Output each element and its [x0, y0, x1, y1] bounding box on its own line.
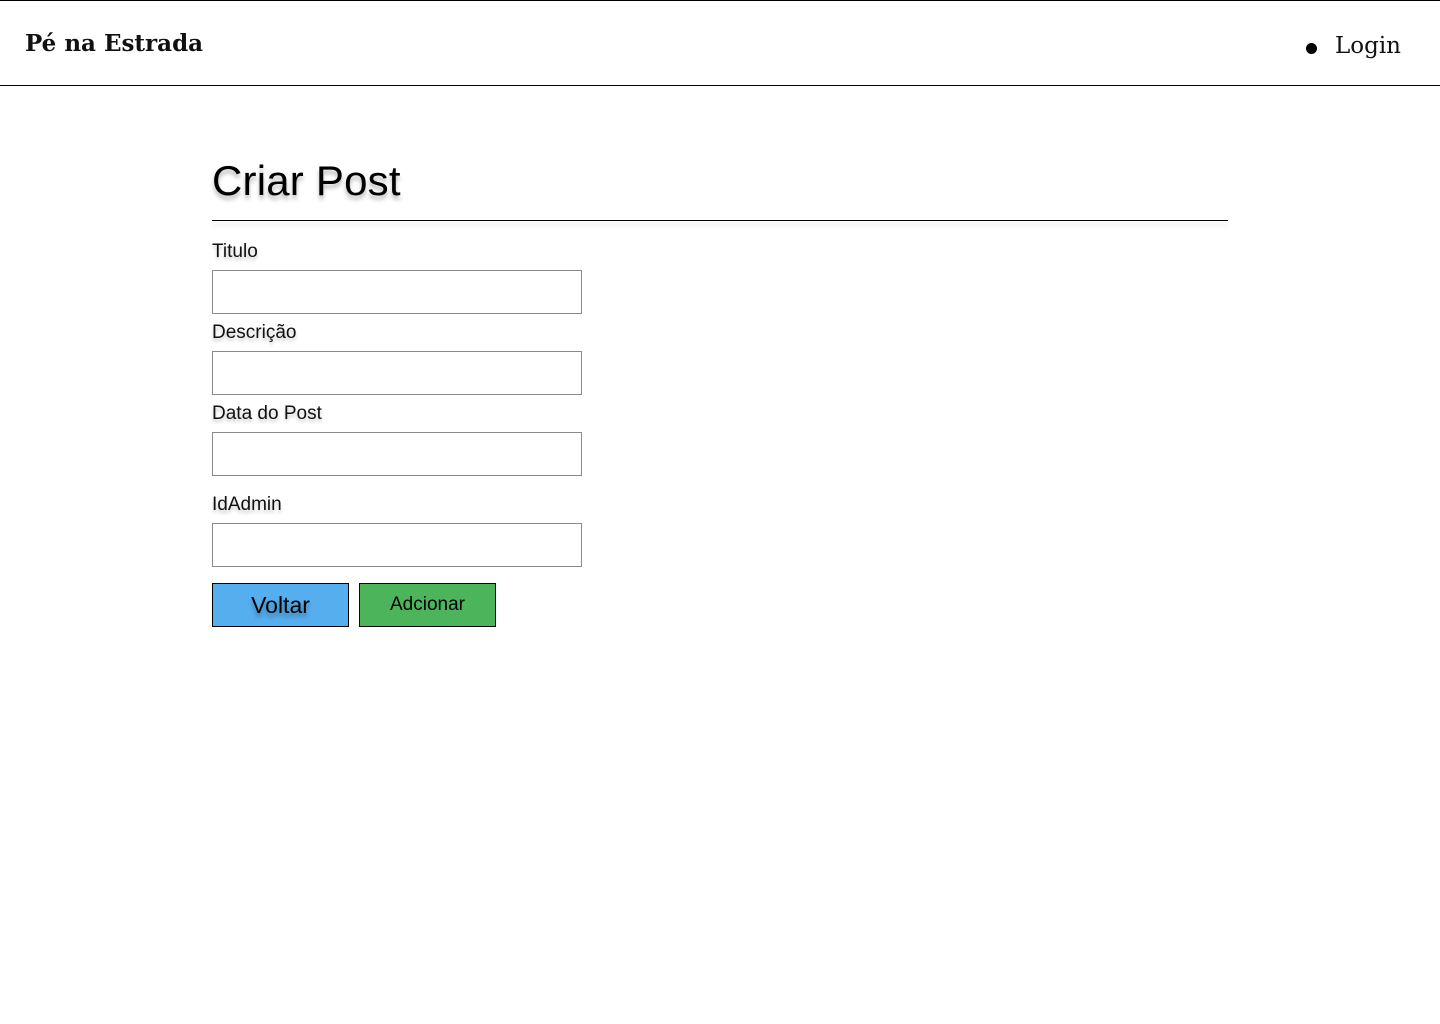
idadmin-field-group: IdAdmin: [212, 493, 582, 567]
idadmin-input[interactable]: [212, 523, 582, 567]
back-button[interactable]: Voltar: [212, 583, 349, 627]
descricao-input[interactable]: [212, 351, 582, 395]
title-divider: [212, 220, 1228, 221]
page-title: Criar Post: [212, 157, 401, 204]
bullet-icon: [1305, 42, 1317, 54]
add-button[interactable]: Adcionar: [359, 583, 496, 627]
top-navbar: Pé na Estrada Login: [0, 0, 1440, 86]
data-do-post-input[interactable]: [212, 432, 582, 476]
titulo-label: Titulo: [212, 241, 258, 262]
descricao-field-group: Descrição: [212, 321, 582, 395]
titulo-input[interactable]: [212, 270, 582, 314]
data-do-post-label: Data do Post: [212, 403, 322, 424]
login-link[interactable]: Login: [1335, 31, 1401, 61]
brand-logo-text[interactable]: Pé na Estrada: [25, 29, 203, 59]
create-post-form: Criar Post Titulo Descrição Data do Post…: [212, 150, 1228, 627]
data-do-post-field-group: Data do Post: [212, 402, 582, 476]
top-nav: Login: [1305, 31, 1401, 61]
titulo-field-group: Titulo: [212, 240, 582, 314]
idadmin-label: IdAdmin: [212, 494, 282, 515]
descricao-label: Descrição: [212, 322, 297, 343]
